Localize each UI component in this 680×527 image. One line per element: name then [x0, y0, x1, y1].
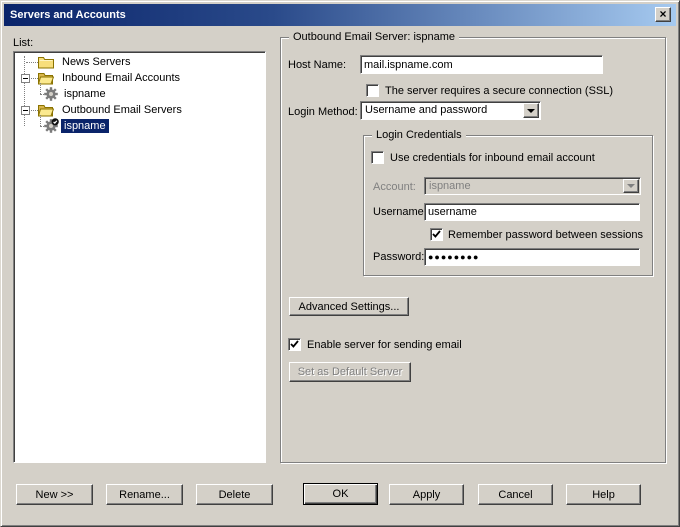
close-button[interactable]: × — [655, 7, 671, 22]
ok-button[interactable]: OK — [303, 483, 378, 505]
chevron-down-icon — [527, 109, 535, 113]
tree-item-label[interactable]: ispname — [61, 87, 109, 101]
use-inbound-credentials-checkbox[interactable] — [371, 151, 384, 164]
account-select: ispname — [424, 177, 641, 195]
minus-icon — [23, 110, 28, 111]
tree-connector-line — [31, 78, 38, 79]
chevron-down-icon — [627, 184, 635, 188]
new-button-label: New >> — [36, 489, 74, 501]
ok-button-label: OK — [333, 488, 349, 500]
ssl-checkbox-label[interactable]: The server requires a secure connection … — [385, 85, 613, 98]
close-icon: × — [659, 7, 666, 21]
list-label: List: — [13, 37, 33, 50]
check-icon — [290, 340, 299, 349]
new-button[interactable]: New >> — [16, 484, 93, 505]
enable-server-label[interactable]: Enable server for sending email — [307, 339, 462, 352]
tree-connector-line — [31, 110, 38, 111]
host-name-input[interactable] — [360, 55, 603, 74]
tree-connector-line — [40, 115, 41, 126]
delete-button[interactable]: Delete — [196, 484, 273, 505]
login-method-label: Login Method: — [288, 106, 358, 119]
collapse-toggle[interactable] — [21, 74, 30, 83]
help-button[interactable]: Help — [566, 484, 641, 505]
account-value: ispname — [429, 180, 471, 193]
password-input[interactable] — [424, 248, 640, 266]
collapse-toggle[interactable] — [21, 106, 30, 115]
gear-check-icon — [43, 118, 59, 137]
advanced-settings-button[interactable]: Advanced Settings... — [289, 297, 409, 316]
use-inbound-credentials-label[interactable]: Use credentials for inbound email accoun… — [390, 152, 595, 165]
tree-row-inbound-email-accounts[interactable]: Inbound Email Accounts — [16, 70, 263, 86]
set-default-server-label: Set as Default Server — [298, 366, 403, 378]
dropdown-button — [623, 179, 639, 193]
window-title: Servers and Accounts — [10, 9, 126, 21]
server-tree: News Servers Inbound Email Accounts — [13, 51, 266, 463]
rename-button-label: Rename... — [119, 489, 170, 501]
login-credentials-legend: Login Credentials — [372, 129, 466, 142]
check-icon — [432, 230, 441, 239]
tree-row-outbound-email-servers[interactable]: Outbound Email Servers — [16, 102, 263, 118]
tree-row-news-servers[interactable]: News Servers — [16, 54, 263, 70]
advanced-settings-label: Advanced Settings... — [299, 301, 400, 313]
tree-item-label[interactable]: Outbound Email Servers — [59, 103, 185, 117]
tree-row-outbound-ispname[interactable]: ispname — [16, 118, 263, 134]
rename-button[interactable]: Rename... — [106, 484, 183, 505]
tree-item-label-selected[interactable]: ispname — [61, 119, 109, 133]
tree-row-inbound-ispname[interactable]: ispname — [16, 86, 263, 102]
set-default-server-button: Set as Default Server — [289, 362, 411, 382]
remember-password-label[interactable]: Remember password between sessions — [448, 229, 643, 242]
enable-server-checkbox[interactable] — [288, 338, 301, 351]
tree-item-label[interactable]: News Servers — [59, 55, 133, 69]
cancel-button-label: Cancel — [498, 489, 532, 501]
delete-button-label: Delete — [219, 489, 251, 501]
username-input[interactable] — [424, 203, 640, 221]
tree-connector-line — [26, 62, 38, 63]
help-button-label: Help — [592, 489, 615, 501]
username-label: Username: — [373, 206, 427, 219]
apply-button[interactable]: Apply — [389, 484, 464, 505]
apply-button-label: Apply — [413, 489, 441, 501]
dropdown-button[interactable] — [523, 103, 539, 118]
tree-item-label[interactable]: Inbound Email Accounts — [59, 71, 183, 85]
servers-and-accounts-dialog: Servers and Accounts × List: News Server… — [0, 0, 680, 527]
ssl-checkbox[interactable] — [366, 84, 379, 97]
login-method-value: Username and password — [365, 104, 487, 117]
outbound-server-group-legend: Outbound Email Server: ispname — [289, 31, 459, 44]
minus-icon — [23, 78, 28, 79]
login-method-select[interactable]: Username and password — [360, 101, 541, 120]
password-label: Password: — [373, 251, 424, 264]
cancel-button[interactable]: Cancel — [478, 484, 553, 505]
remember-password-checkbox[interactable] — [430, 228, 443, 241]
account-label: Account: — [373, 181, 416, 194]
tree-connector-line — [40, 83, 41, 94]
host-name-label: Host Name: — [288, 59, 346, 72]
title-bar[interactable]: Servers and Accounts — [4, 4, 676, 26]
